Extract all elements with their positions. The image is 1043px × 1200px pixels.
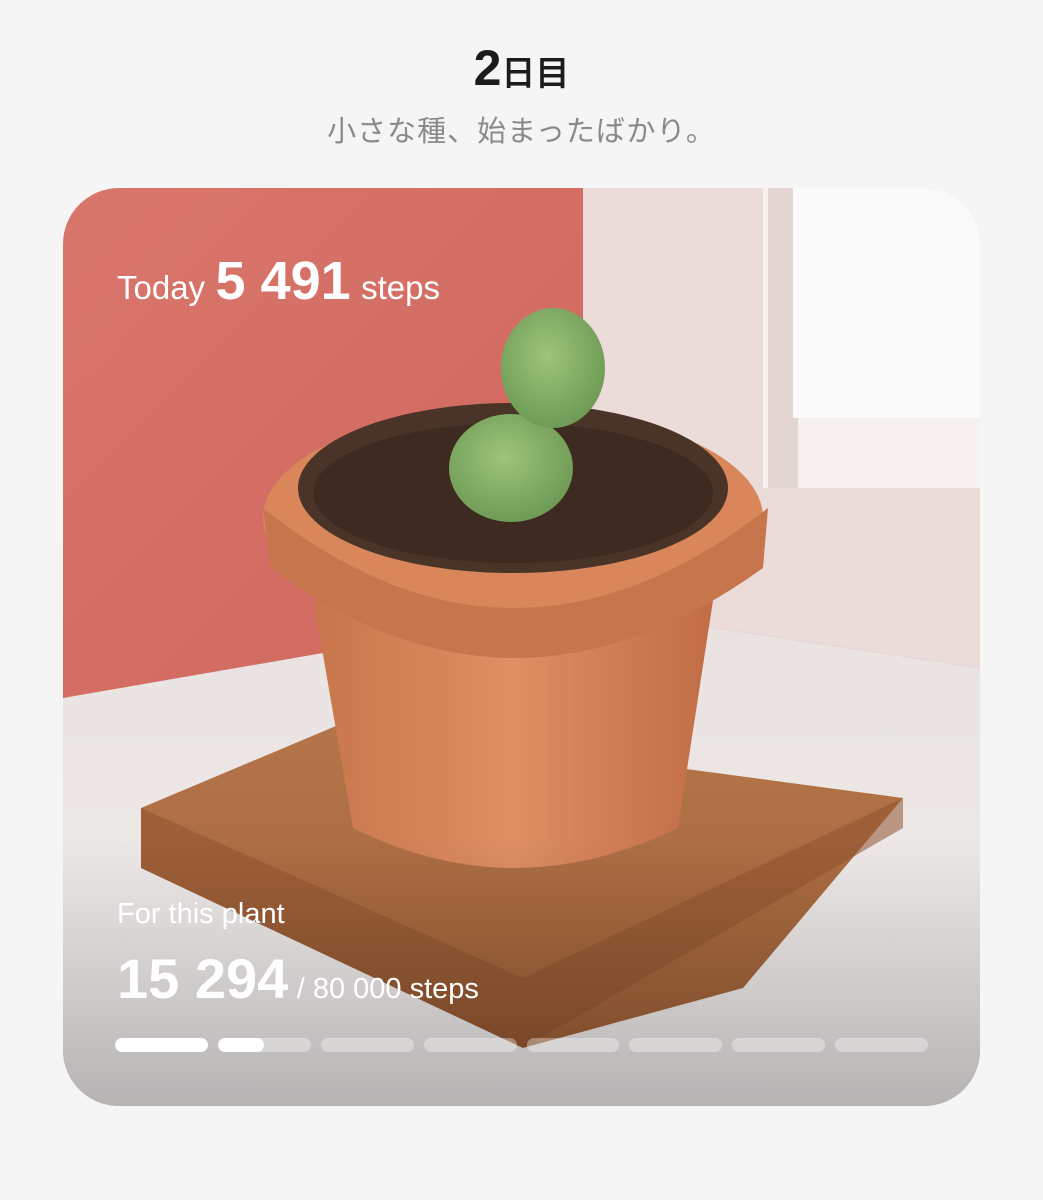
day-number: 2 <box>473 40 502 96</box>
progress-segment <box>115 1038 208 1052</box>
progress-segment <box>732 1038 826 1052</box>
plant-card[interactable]: Today 5 491 steps For this plant 15 294 … <box>63 188 980 1106</box>
progress-segment <box>423 1038 517 1052</box>
today-steps-value: 5 491 <box>215 251 351 311</box>
day-subtitle: 小さな種、始まったばかり。 <box>327 116 716 148</box>
plant-steps-goal: / 80 000 steps <box>296 973 479 1005</box>
day-title: 2日目 <box>0 40 1043 102</box>
today-steps: Today 5 491 steps <box>117 250 440 312</box>
today-label: Today <box>117 269 206 306</box>
day-unit: 日目 <box>501 55 570 93</box>
header: 2日目 小さな種、始まったばかり。 <box>0 40 1043 150</box>
progress-segment-fill <box>115 1038 208 1052</box>
progress-segment <box>629 1038 723 1052</box>
plant-progress: 15 294 / 80 000 steps <box>117 946 479 1011</box>
progress-segment <box>835 1038 928 1052</box>
today-steps-unit: steps <box>361 269 440 306</box>
progress-segment <box>320 1038 414 1052</box>
progress-segment <box>526 1038 620 1052</box>
plant-label: For this plant <box>117 898 285 930</box>
progress-segments <box>115 1038 928 1054</box>
progress-segment <box>217 1038 311 1052</box>
plant-steps-value: 15 294 <box>117 947 289 1010</box>
progress-segment-fill <box>217 1038 265 1052</box>
